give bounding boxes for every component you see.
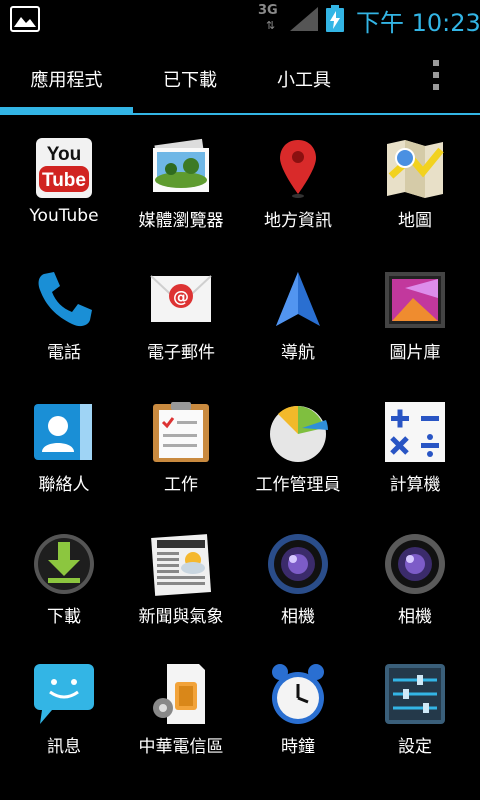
app-downloads[interactable]: 下載 xyxy=(5,532,123,652)
clock-icon xyxy=(272,664,324,724)
network-type-label: 3G xyxy=(258,3,278,18)
downloads-icon xyxy=(34,534,94,594)
contacts-icon xyxy=(34,404,92,460)
navigation-icon xyxy=(276,272,320,326)
app-label: 中華電信區 xyxy=(138,737,224,757)
app-calculator[interactable]: 計算機 xyxy=(356,400,474,520)
app-camera-2[interactable]: 相機 xyxy=(356,532,474,652)
app-phone[interactable]: 電話 xyxy=(5,268,123,388)
app-label: 地圖 xyxy=(398,211,432,231)
svg-text:You: You xyxy=(47,144,81,165)
app-label: 地方資訊 xyxy=(264,211,332,231)
app-task-manager[interactable]: 工作管理員 xyxy=(239,400,357,520)
tasks-icon xyxy=(153,402,209,462)
app-settings[interactable]: 設定 xyxy=(356,662,474,782)
app-media-browser[interactable]: 媒體瀏覽器 xyxy=(122,136,240,256)
app-label: 電子郵件 xyxy=(147,343,215,363)
app-label: 相機 xyxy=(398,607,432,627)
tab-bar: 應用程式 已下載 小工具 xyxy=(0,38,480,116)
app-places[interactable]: 地方資訊 xyxy=(239,136,357,256)
app-label: 相機 xyxy=(281,607,315,627)
gallery-icon xyxy=(385,272,445,328)
app-label: 圖片庫 xyxy=(389,343,441,363)
app-news-weather[interactable]: 新聞與氣象 xyxy=(122,532,240,652)
news-weather-icon xyxy=(151,534,212,596)
messaging-icon xyxy=(34,664,94,724)
task-manager-icon xyxy=(270,405,328,462)
tab-apps[interactable]: 應用程式 xyxy=(0,66,133,92)
app-gallery[interactable]: 圖片庫 xyxy=(356,268,474,388)
battery-charging-icon xyxy=(326,5,344,32)
data-transfer-icon: ⇅ xyxy=(266,19,275,32)
app-label: 電話 xyxy=(47,343,81,363)
app-label: 工作管理員 xyxy=(255,475,341,495)
app-camera-1[interactable]: 相機 xyxy=(239,532,357,652)
app-label: 新聞與氣象 xyxy=(138,607,224,627)
tab-widgets[interactable]: 小工具 xyxy=(247,66,361,92)
tab-downloaded[interactable]: 已下載 xyxy=(133,66,247,92)
camera-icon xyxy=(268,534,328,594)
phone-icon xyxy=(38,272,92,327)
places-icon xyxy=(280,140,316,198)
signal-icon xyxy=(290,7,318,31)
app-navigation[interactable]: 導航 xyxy=(239,268,357,388)
app-clock[interactable]: 時鐘 xyxy=(239,662,357,782)
media-browser-icon xyxy=(153,138,209,192)
app-label: 下載 xyxy=(47,607,81,627)
app-label: 訊息 xyxy=(47,737,81,757)
app-label: 時鐘 xyxy=(281,737,315,757)
app-label: 設定 xyxy=(398,737,432,757)
status-bar[interactable]: 3G ⇅ 下午 10:23 xyxy=(0,0,480,38)
app-label: 工作 xyxy=(164,475,198,495)
svg-text:Tube: Tube xyxy=(42,170,86,191)
sim-toolkit-icon xyxy=(153,664,205,724)
app-label: 計算機 xyxy=(389,475,441,495)
camera-icon xyxy=(385,534,445,594)
overflow-menu-icon[interactable] xyxy=(426,60,446,94)
tab-divider xyxy=(0,113,480,115)
youtube-icon: You Tube xyxy=(36,138,92,198)
settings-icon xyxy=(385,664,445,724)
svg-text:@: @ xyxy=(173,287,189,306)
app-youtube[interactable]: You Tube YouTube xyxy=(5,136,123,256)
app-label: 媒體瀏覽器 xyxy=(138,211,224,231)
email-icon: @ xyxy=(150,275,212,322)
app-sim-toolkit[interactable]: 中華電信區 xyxy=(122,662,240,782)
app-label: 聯絡人 xyxy=(38,475,90,495)
app-maps[interactable]: 地圖 xyxy=(356,136,474,256)
calculator-icon xyxy=(385,402,445,462)
app-label: YouTube xyxy=(29,206,99,226)
maps-icon xyxy=(387,140,444,198)
app-tasks[interactable]: 工作 xyxy=(122,400,240,520)
app-messaging[interactable]: 訊息 xyxy=(5,662,123,782)
app-contacts[interactable]: 聯絡人 xyxy=(5,400,123,520)
status-time: 下午 10:23 xyxy=(356,9,480,37)
app-email[interactable]: @ 電子郵件 xyxy=(122,268,240,388)
app-label: 導航 xyxy=(281,343,315,363)
gallery-notification-icon xyxy=(10,6,40,32)
